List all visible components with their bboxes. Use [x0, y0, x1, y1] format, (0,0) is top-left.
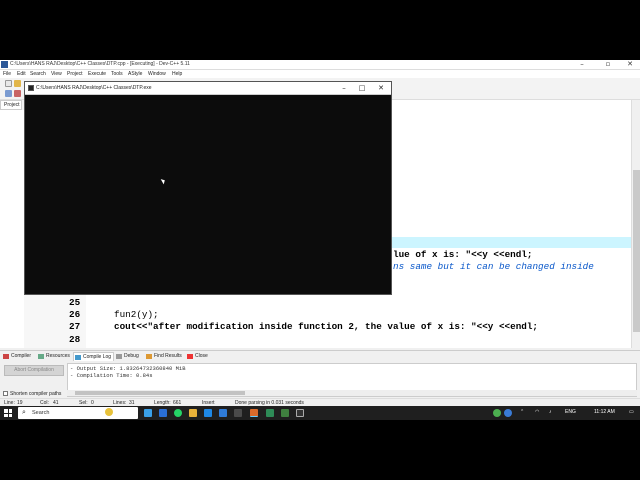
- ide-window-title: C:\Users\HANS RAJ\Desktop\C++ Classes\DT…: [10, 61, 190, 67]
- abort-compilation-button[interactable]: Abort Compilation: [4, 365, 64, 376]
- console-taskbar-icon[interactable]: [296, 409, 304, 417]
- menu-help[interactable]: Help: [172, 71, 182, 77]
- console-icon: [28, 85, 34, 91]
- maximize-button[interactable]: ▫: [598, 60, 618, 70]
- whatsapp-icon[interactable]: [174, 409, 182, 417]
- tab-debug[interactable]: Debug: [115, 352, 143, 361]
- line-number: 26: [69, 309, 81, 320]
- menu-tools[interactable]: Tools: [111, 71, 123, 77]
- open-folder-icon[interactable]: [14, 80, 21, 87]
- app-icon[interactable]: [281, 409, 289, 417]
- tray-app-icon[interactable]: [504, 409, 512, 417]
- editor-vertical-scrollbar[interactable]: [631, 100, 640, 348]
- bottom-panel-tabs: Compiler Resources Compile Log Debug Fin…: [0, 350, 640, 361]
- tray-app-icon[interactable]: [493, 409, 501, 417]
- close-icon: [187, 354, 193, 359]
- log-horizontal-scrollbar[interactable]: [67, 390, 637, 396]
- devcpp-app-icon: [1, 61, 8, 68]
- scrollbar-thumb[interactable]: [633, 170, 640, 332]
- ide-title-bar: C:\Users\HANS RAJ\Desktop\C++ Classes\DT…: [0, 60, 640, 70]
- status-bar: Line: 19 Col: 41 Sel: 0 Lines: 31 Length…: [0, 398, 640, 406]
- menu-astyle[interactable]: AStyle: [128, 71, 142, 77]
- volume-icon[interactable]: ♪: [549, 409, 552, 415]
- project-tab[interactable]: Project: [0, 100, 22, 110]
- menu-execute[interactable]: Execute: [88, 71, 106, 77]
- console-output[interactable]: [25, 95, 391, 294]
- menu-file[interactable]: File: [3, 71, 11, 77]
- compile-icon[interactable]: [14, 90, 21, 97]
- minimize-button[interactable]: –: [572, 60, 592, 70]
- save-icon[interactable]: [5, 90, 12, 97]
- desktop-screen: C:\Users\HANS RAJ\Desktop\C++ Classes\DT…: [0, 60, 640, 420]
- compile-log-icon: [75, 355, 81, 360]
- console-title-bar[interactable]: C:\Users\HANS RAJ\Desktop\C++ Classes\DT…: [25, 82, 391, 95]
- line-number: 28: [69, 334, 81, 345]
- file-explorer-icon[interactable]: [189, 409, 197, 417]
- search-icon: ⌕: [22, 408, 26, 416]
- windows-start-icon[interactable]: [4, 409, 12, 417]
- console-close-button[interactable]: ✕: [372, 83, 390, 94]
- word-icon[interactable]: [219, 409, 227, 417]
- edge-icon[interactable]: [144, 409, 152, 417]
- code-line: cout<<"after modification inside functio…: [114, 321, 539, 332]
- excel-icon[interactable]: [266, 409, 274, 417]
- console-maximize-button[interactable]: □: [353, 83, 371, 94]
- app-icon[interactable]: [234, 409, 242, 417]
- close-button[interactable]: ✕: [620, 60, 640, 70]
- project-panel: [0, 110, 24, 348]
- debug-icon: [116, 354, 122, 359]
- new-file-icon[interactable]: [5, 80, 12, 87]
- resources-icon: [38, 354, 44, 359]
- language-indicator[interactable]: ENG: [565, 409, 576, 415]
- weather-widget-icon[interactable]: [105, 408, 113, 416]
- menu-view[interactable]: View: [51, 71, 62, 77]
- show-hidden-icons-icon[interactable]: ⌃: [520, 409, 524, 415]
- notifications-icon[interactable]: ▭: [629, 409, 634, 415]
- scrollbar-thumb[interactable]: [75, 391, 245, 395]
- log-line: - Compilation Time: 0.84s: [70, 372, 153, 379]
- code-line-partial-2: ns same but it can be changed inside: [393, 261, 594, 272]
- clock[interactable]: 11:12 AM: [594, 409, 615, 415]
- checkbox[interactable]: [3, 391, 8, 397]
- tab-compile-log[interactable]: Compile Log: [73, 352, 114, 361]
- menu-project[interactable]: Project: [67, 71, 83, 77]
- find-results-icon: [146, 354, 152, 359]
- menu-search[interactable]: Search: [30, 71, 46, 77]
- line-number: 27: [69, 321, 81, 332]
- code-line: fun2(y);: [114, 309, 159, 320]
- tab-compiler[interactable]: Compiler: [2, 352, 36, 361]
- wifi-icon[interactable]: ◠: [535, 409, 539, 415]
- shorten-compiler-paths[interactable]: Shorten compiler paths: [3, 391, 61, 397]
- tab-find-results[interactable]: Find Results: [145, 352, 185, 361]
- line-number: 25: [69, 297, 81, 308]
- menu-bar: File Edit Search View Project Execute To…: [0, 70, 640, 78]
- devcpp-taskbar-icon[interactable]: [250, 409, 258, 417]
- windows-taskbar: ⌕ Search ⌃ ◠ ♪ ENG 11:12 AM ▭: [0, 406, 640, 420]
- taskbar-search[interactable]: ⌕ Search: [18, 407, 138, 419]
- console-window-title: C:\Users\HANS RAJ\Desktop\C++ Classes\DT…: [36, 85, 152, 91]
- menu-edit[interactable]: Edit: [17, 71, 26, 77]
- code-line-partial-1: lue of x is: "<<y <<endl;: [393, 249, 533, 260]
- tab-resources[interactable]: Resources: [37, 352, 73, 361]
- tab-close[interactable]: Close: [186, 352, 210, 361]
- log-line: - Output Size: 1.83264732360840 MiB: [70, 365, 186, 372]
- mouse-cursor-icon: [160, 177, 167, 185]
- store-icon[interactable]: [204, 409, 212, 417]
- console-minimize-button[interactable]: –: [335, 83, 353, 94]
- compiler-icon: [3, 354, 9, 359]
- browser-icon[interactable]: [159, 409, 167, 417]
- console-window[interactable]: C:\Users\HANS RAJ\Desktop\C++ Classes\DT…: [24, 81, 392, 295]
- menu-window[interactable]: Window: [148, 71, 166, 77]
